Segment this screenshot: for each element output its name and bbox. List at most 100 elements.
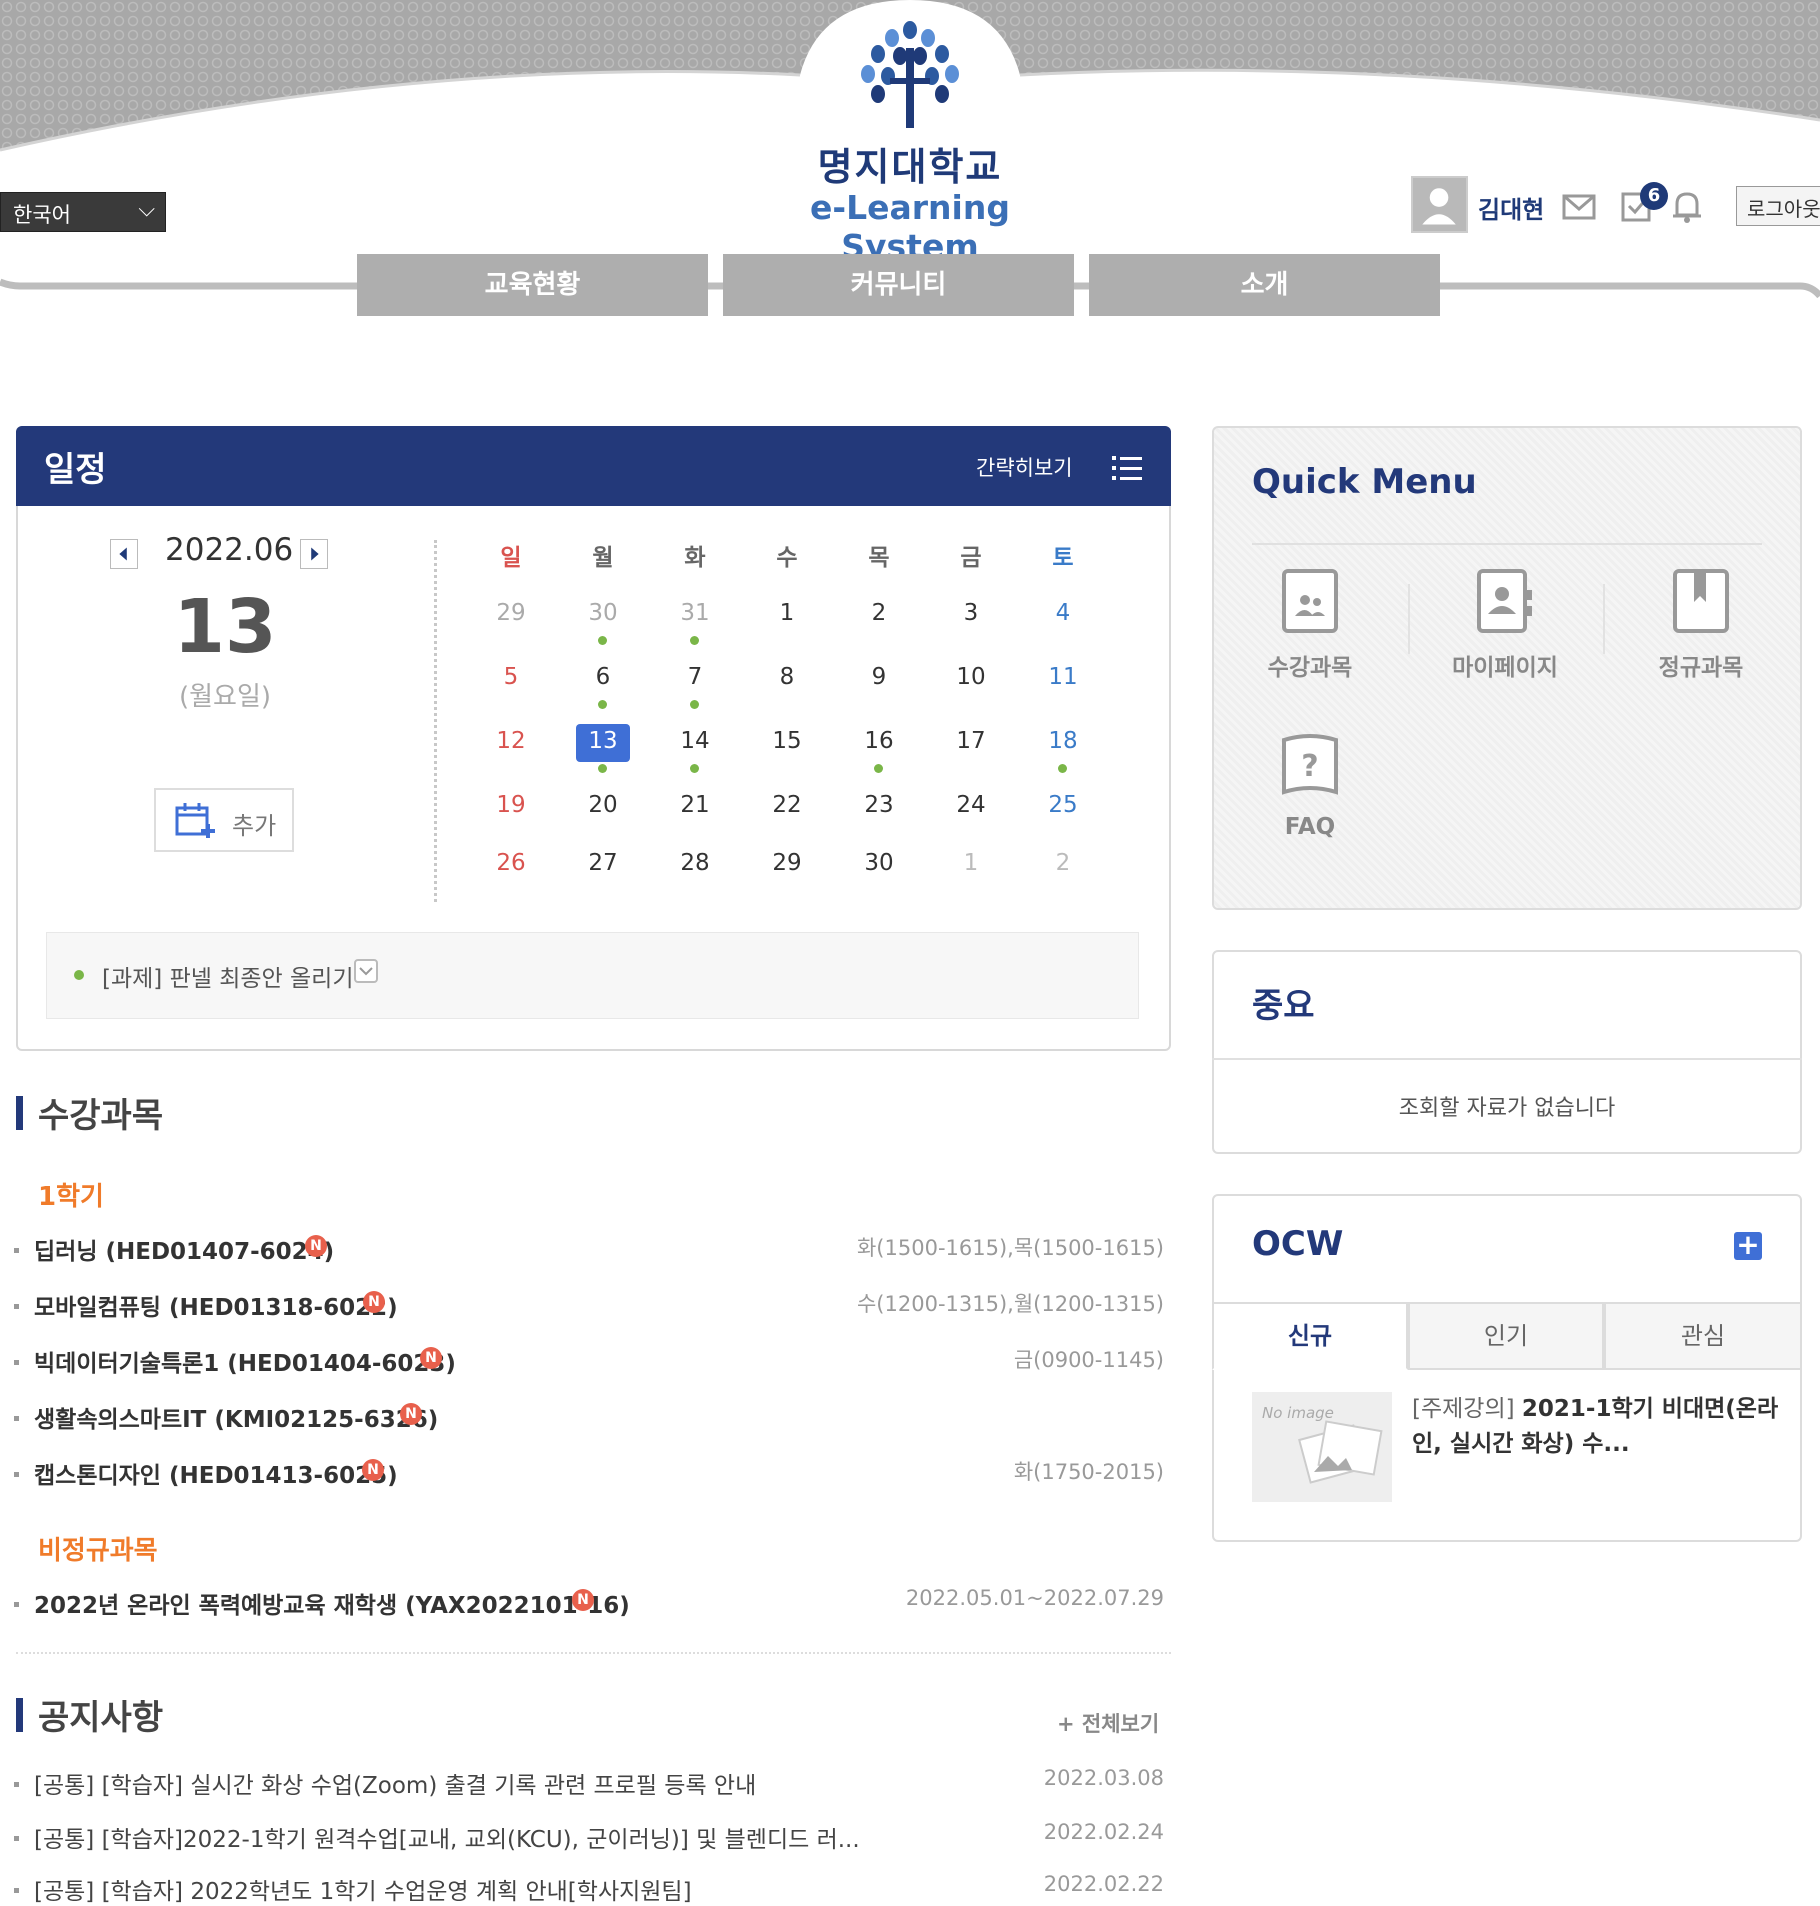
plus-icon[interactable]: +	[1734, 1231, 1762, 1260]
calendar-day[interactable]: 9	[833, 664, 925, 690]
calendar-day[interactable]: 22	[741, 792, 833, 818]
nav-education-status[interactable]: 교육현황	[357, 254, 708, 316]
calendar-day[interactable]: 20	[557, 792, 649, 818]
calendar-day[interactable]: 19	[465, 792, 557, 818]
calendar-day[interactable]: 17	[925, 728, 1017, 754]
calendar-day[interactable]: 6	[557, 664, 649, 690]
calendar-day[interactable]: 18	[1017, 728, 1109, 754]
language-select[interactable]: 한국어 ⌵	[0, 192, 166, 232]
calendar-add-icon	[175, 803, 215, 838]
event-dot	[598, 700, 607, 709]
new-badge-icon: N	[362, 1459, 384, 1481]
calendar-day[interactable]: 30	[833, 850, 925, 876]
bell-icon[interactable]	[1670, 188, 1704, 224]
event-item[interactable]: [과제] 판넬 최종안 올리기	[102, 959, 353, 993]
event-dot	[690, 764, 699, 773]
faq-question-icon[interactable]: ?	[1281, 732, 1339, 798]
tab-popular[interactable]: 인기	[1408, 1302, 1604, 1370]
event-dot	[874, 764, 883, 773]
profile-card-icon[interactable]	[1476, 568, 1534, 634]
caret-right-icon	[311, 547, 319, 561]
course-time: 화(1750-2015)	[1013, 1460, 1164, 1484]
section-bar	[16, 1698, 23, 1732]
calendar-day[interactable]: 8	[741, 664, 833, 690]
calendar-day[interactable]: 3	[925, 600, 1017, 626]
calendar-day[interactable]: 29	[741, 850, 833, 876]
calendar-day-today[interactable]: 13	[557, 728, 649, 754]
course-book-icon[interactable]	[1281, 568, 1339, 634]
course-link[interactable]: 모바일컴퓨팅 (HED01318-6022)	[34, 1288, 398, 1322]
quick-menu-item-regular[interactable]: 정규과목	[1616, 648, 1786, 682]
calendar-day[interactable]: 14	[649, 728, 741, 754]
calendar-day[interactable]: 27	[557, 850, 649, 876]
avatar[interactable]	[1411, 176, 1468, 233]
list-bullet	[14, 1782, 19, 1787]
mail-icon[interactable]	[1562, 192, 1596, 222]
list-bullet	[14, 1602, 19, 1607]
quick-menu-item-faq[interactable]: FAQ	[1225, 814, 1395, 840]
course-link[interactable]: 딥러닝 (HED01407-6024)	[34, 1232, 334, 1266]
tab-interest[interactable]: 관심	[1604, 1302, 1802, 1370]
calendar-day[interactable]: 24	[925, 792, 1017, 818]
notice-link[interactable]: [공통] [학습자]2022-1학기 원격수업[교내, 교외(KCU), 군이러…	[34, 1820, 860, 1854]
expand-icon[interactable]	[354, 959, 378, 983]
quick-menu-item-courses[interactable]: 수강과목	[1225, 648, 1395, 682]
calendar-day[interactable]: 29	[465, 600, 557, 626]
calendar-day[interactable]: 2	[1017, 850, 1109, 876]
course-time: 수(1200-1315),월(1200-1315)	[856, 1292, 1164, 1316]
calendar-day[interactable]: 2	[833, 600, 925, 626]
calendar-day[interactable]: 10	[925, 664, 1017, 690]
brief-view-link[interactable]: 간략히보기	[976, 452, 1073, 482]
calendar-day[interactable]: 23	[833, 792, 925, 818]
calendar-day[interactable]: 7	[649, 664, 741, 690]
course-time: 금(0900-1145)	[1013, 1348, 1164, 1372]
calendar-day[interactable]: 21	[649, 792, 741, 818]
calendar-day[interactable]: 1	[925, 850, 1017, 876]
user-silhouette-icon	[1422, 188, 1456, 225]
empty-message: 조회할 자료가 없습니다	[1398, 1096, 1616, 1121]
calendar-day[interactable]: 12	[465, 728, 557, 754]
important-divider	[1212, 1058, 1802, 1060]
list-bullet	[14, 1888, 19, 1893]
notice-date: 2022.02.22	[1043, 1872, 1164, 1896]
calendar-day[interactable]: 16	[833, 728, 925, 754]
course-link[interactable]: 캡스톤디자인 (HED01413-6025)	[34, 1456, 398, 1490]
calendar-day[interactable]: 31	[649, 600, 741, 626]
event-dot	[1058, 764, 1067, 773]
list-bullet	[14, 1248, 19, 1253]
calendar-day[interactable]: 4	[1017, 600, 1109, 626]
caret-left-icon	[119, 547, 127, 561]
list-bullet	[14, 1472, 19, 1477]
next-month-button[interactable]	[300, 539, 328, 569]
calendar-day[interactable]: 26	[465, 850, 557, 876]
notification-badge: 6	[1640, 182, 1668, 210]
weekday-thu: 목	[868, 545, 890, 571]
bookmark-book-icon[interactable]	[1672, 568, 1730, 634]
calendar-day[interactable]: 28	[649, 850, 741, 876]
calendar-day[interactable]: 15	[741, 728, 833, 754]
prev-month-button[interactable]	[110, 539, 138, 569]
calendar-day[interactable]: 30	[557, 600, 649, 626]
calendar-day[interactable]: 5	[465, 664, 557, 690]
calendar-day[interactable]: 1	[741, 600, 833, 626]
notice-link[interactable]: [공통] [학습자] 실시간 화상 수업(Zoom) 출결 기록 관련 프로필 …	[34, 1766, 756, 1800]
nav-community[interactable]: 커뮤니티	[723, 254, 1074, 316]
list-icon[interactable]	[1112, 454, 1142, 482]
calendar-day[interactable]: 25	[1017, 792, 1109, 818]
nav-about[interactable]: 소개	[1089, 254, 1440, 316]
logout-button[interactable]: 로그아웃	[1736, 186, 1820, 226]
view-all-link[interactable]: + 전체보기	[1057, 1708, 1159, 1738]
course-link[interactable]: 빅데이터기술특론1 (HED01404-6023)	[34, 1344, 456, 1378]
new-badge-icon: N	[400, 1403, 422, 1425]
course-link[interactable]: 생활속의스마트IT (KMI02125-6326)	[34, 1400, 438, 1434]
notice-link[interactable]: [공통] [학습자] 2022학년도 1학기 수업운영 계획 안내[학사지원팀]	[34, 1872, 692, 1906]
section-divider	[16, 1652, 1171, 1654]
course-link[interactable]: 2022년 온라인 폭력예방교육 재학생 (YAX2022101-16)	[34, 1586, 630, 1620]
calendar-day[interactable]: 11	[1017, 664, 1109, 690]
user-name[interactable]: 김대현	[1478, 190, 1544, 225]
tab-new[interactable]: 신규	[1212, 1302, 1408, 1370]
quick-menu-item-mypage[interactable]: 마이페이지	[1420, 648, 1590, 682]
notice-date: 2022.03.08	[1043, 1766, 1164, 1790]
ocw-item-link[interactable]: [주제강의] 2021-1학기 비대면(온라인, 실시간 화상) 수...	[1412, 1392, 1782, 1462]
quick-menu-divider	[1252, 543, 1762, 545]
